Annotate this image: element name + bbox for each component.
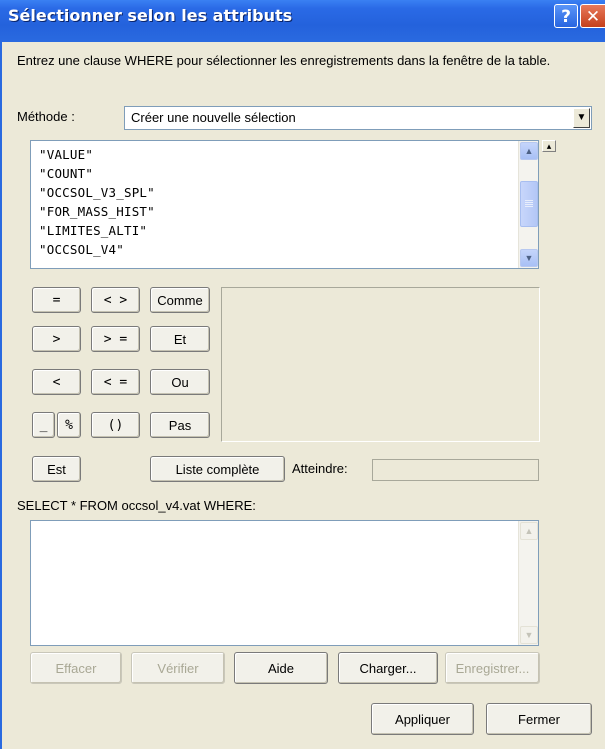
chevron-down-icon[interactable]: ▼ [573,108,590,128]
operator-less-equal-button[interactable]: < = [91,369,140,395]
wildcard-underscore-button[interactable]: _ [32,412,55,438]
scroll-thumb[interactable] [520,181,538,227]
fields-list[interactable]: "VALUE" "COUNT" "OCCSOL_V3_SPL" "FOR_MAS… [30,140,539,269]
list-item[interactable]: "VALUE" [39,147,93,162]
method-selected-value: Créer une nouvelle sélection [131,110,296,125]
parentheses-button[interactable]: () [91,412,140,438]
query-textarea[interactable]: ▲ ▼ [30,520,539,646]
operator-and-button[interactable]: Et [150,326,210,352]
operator-equals-button[interactable]: = [32,287,81,313]
list-item[interactable]: "FOR_MASS_HIST" [39,204,155,219]
scroll-down-icon[interactable]: ▼ [520,249,538,267]
operator-not-button[interactable]: Pas [150,412,210,438]
list-item[interactable]: "OCCSOL_V3_SPL" [39,185,155,200]
load-button[interactable]: Charger... [338,652,438,684]
method-label: Méthode : [17,109,75,124]
list-item[interactable]: "LIMITES_ALTI" [39,223,147,238]
help-icon[interactable]: ? [554,4,578,28]
operator-not-equal-button[interactable]: < > [91,287,140,313]
window-title: Sélectionner selon les attributs [8,6,293,25]
operator-greater-equal-button[interactable]: > = [91,326,140,352]
clear-button[interactable]: Effacer [30,652,122,684]
complete-list-button[interactable]: Liste complète [150,456,285,482]
scroll-up-icon[interactable]: ▲ [520,142,538,160]
close-button[interactable]: Fermer [486,703,592,735]
method-select[interactable]: Créer une nouvelle sélection ▼ [124,106,592,130]
save-button[interactable]: Enregistrer... [445,652,540,684]
list-item[interactable]: "OCCSOL_V4" [39,242,124,257]
list-item[interactable]: "COUNT" [39,166,93,181]
help-button[interactable]: Aide [234,652,328,684]
reach-input[interactable] [372,459,539,481]
collapse-arrow-icon[interactable]: ▴ [542,140,556,152]
apply-button[interactable]: Appliquer [371,703,474,735]
reach-label: Atteindre: [292,461,348,476]
description-text: Entrez une clause WHERE pour sélectionne… [17,53,551,68]
unique-values-list[interactable] [221,287,540,442]
operator-like-button[interactable]: Comme [150,287,210,313]
wildcard-percent-button[interactable]: % [57,412,81,438]
operator-greater-button[interactable]: > [32,326,81,352]
query-scrollbar[interactable]: ▲ ▼ [518,521,538,645]
verify-button[interactable]: Vérifier [131,652,225,684]
operator-less-button[interactable]: < [32,369,81,395]
operator-is-button[interactable]: Est [32,456,81,482]
fields-scrollbar[interactable]: ▲ ▼ [518,141,538,268]
scroll-down-icon[interactable]: ▼ [520,626,538,644]
operator-or-button[interactable]: Ou [150,369,210,395]
close-icon[interactable]: ✕ [580,4,605,28]
scroll-up-icon[interactable]: ▲ [520,522,538,540]
query-prefix-label: SELECT * FROM occsol_v4.vat WHERE: [17,498,256,513]
